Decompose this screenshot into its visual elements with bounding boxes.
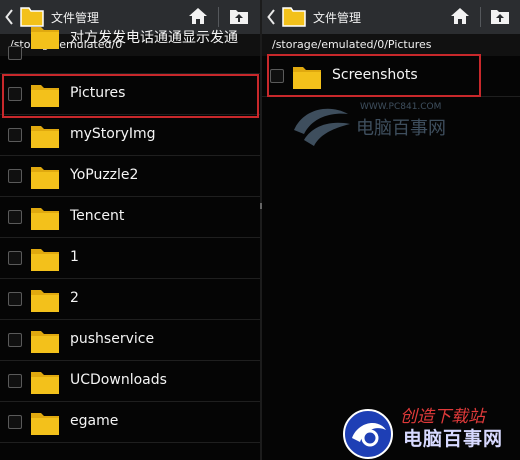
item-name: Tencent [70,208,125,224]
corner-logo: 创造下载站 电脑百事网 [340,402,520,460]
list-item[interactable]: YoPuzzle2 [0,156,260,197]
folder-icon [31,331,59,353]
list-item[interactable]: Tencent [0,197,260,238]
list-item[interactable]: egame [0,402,260,443]
item-name: 1 [70,249,79,265]
highlight-box [267,54,481,97]
back-arrow-icon[interactable] [5,9,13,25]
home-icon[interactable] [450,6,470,26]
folder-icon [31,167,59,189]
list-item[interactable]: pushservice [0,320,260,361]
item-name: YoPuzzle2 [70,167,139,183]
item-checkbox[interactable] [8,169,22,183]
item-checkbox[interactable] [8,46,22,60]
toolbar-separator [218,7,219,27]
watermark-text: 电脑百事网 [356,118,446,139]
watermark-url: WWW.PC841.COM [360,102,442,112]
list-item[interactable]: 2 [0,279,260,320]
right-pane: 文件管理 /storage/emulated/0/Pictures Screen… [262,0,520,460]
folder-icon [31,290,59,312]
logo-brand: 电脑百事网 [403,428,504,450]
item-name: pushservice [70,331,155,347]
item-checkbox[interactable] [8,128,22,142]
watermark-logo-icon [294,108,350,146]
item-name: 2 [70,290,79,306]
home-icon[interactable] [188,6,208,26]
item-checkbox[interactable] [8,374,22,388]
item-name: egame [70,413,119,429]
app-title: 文件管理 [313,11,362,25]
list-item[interactable]: 对方发发电话通通显示发通 [0,27,260,74]
list-item[interactable]: UCDownloads [0,361,260,402]
folder-icon [31,27,59,49]
folder-up-icon[interactable] [490,7,510,25]
list-item[interactable]: myStoryImg [0,115,260,156]
current-path: /storage/emulated/0/Pictures [272,38,432,51]
folder-icon [31,126,59,148]
item-checkbox[interactable] [8,292,22,306]
logo-emblem-icon [343,409,393,459]
item-checkbox[interactable] [8,251,22,265]
right-app-bar: 文件管理 [262,0,520,34]
folder-icon [31,249,59,271]
folder-icon [282,7,306,27]
item-name: UCDownloads [70,372,167,388]
folder-up-icon[interactable] [229,7,249,25]
item-name: 对方发发电话通通显示发通 [70,30,238,46]
item-name: myStoryImg [70,126,156,142]
watermark: WWW.PC841.COM 电脑百事网 [290,100,480,150]
list-item[interactable]: 1 [0,238,260,279]
item-checkbox[interactable] [8,415,22,429]
left-pane: 文件管理 /storage/emulated/0 对方发发电话通通显示发通 Pic… [0,0,260,460]
folder-icon [31,208,59,230]
toolbar-separator [480,7,481,27]
folder-icon [31,413,59,435]
folder-icon [31,372,59,394]
highlight-box [2,74,259,118]
item-checkbox[interactable] [8,333,22,347]
path-bar: /storage/emulated/0/Pictures [262,34,520,56]
item-checkbox[interactable] [8,210,22,224]
back-arrow-icon[interactable] [267,9,275,25]
